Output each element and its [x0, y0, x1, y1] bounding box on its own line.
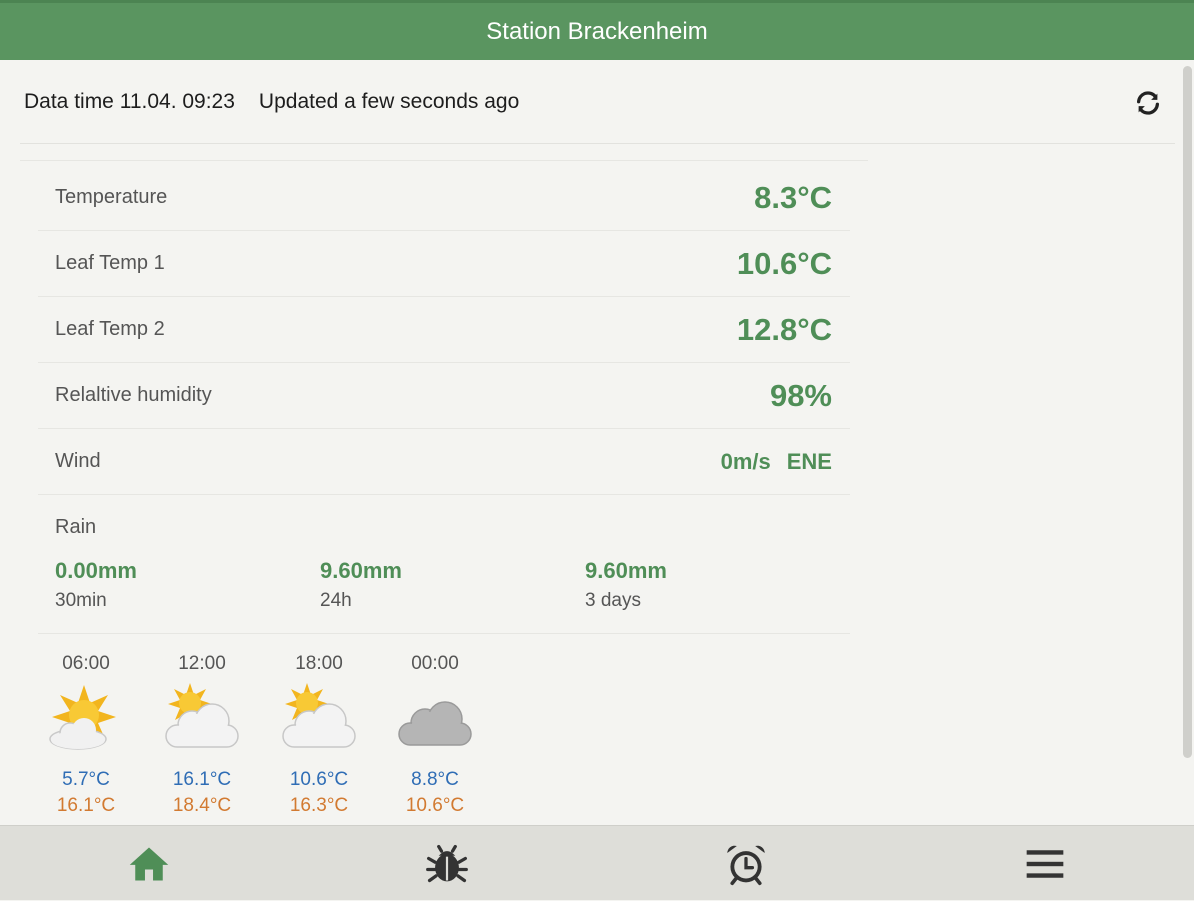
measurement-value: 98%	[769, 377, 832, 413]
forecast-min-temp: 10.6°C	[289, 769, 349, 790]
rain-period: 9.60mm 3 days	[585, 558, 667, 612]
home-icon	[129, 847, 169, 880]
measurement-value: 8.3°C	[754, 179, 832, 215]
menu-icon	[1026, 849, 1064, 878]
rain-period: 0.00mm 30min	[55, 558, 137, 612]
sun-behind-cloud-icon	[282, 683, 356, 748]
rain-section: Rain 0.00mm 30min 9.60mm 24h 9.60mm 3 da…	[38, 496, 850, 634]
rain-period-label: 30min	[55, 590, 107, 611]
rain-label: Rain	[55, 516, 97, 538]
nav-bug[interactable]	[298, 826, 596, 901]
measurement-label: Temperature	[55, 186, 168, 208]
status-bar: Data time 11.04. 09:23 Updated a few sec…	[20, 60, 1175, 144]
alarm-clock-icon	[727, 845, 765, 885]
wind-direction: ENE	[786, 448, 832, 474]
forecast-max-temp: 10.6°C	[405, 795, 465, 816]
station-title: Station Brackenheim	[486, 17, 708, 45]
forecast-max-temp: 18.4°C	[172, 795, 232, 816]
forecast-item: 06:00 5.7°C 16.1°C	[44, 653, 128, 817]
sun-behind-small-cloud-icon	[49, 685, 116, 750]
forecast-max-temp: 16.1°C	[56, 795, 116, 816]
forecast-min-temp: 5.7°C	[62, 769, 110, 790]
refresh-icon[interactable]	[1133, 88, 1163, 118]
forecast-max-temp: 16.3°C	[289, 795, 349, 816]
nav-menu[interactable]	[896, 826, 1194, 901]
bug-icon	[426, 844, 468, 882]
wind-speed: 0m/s	[720, 448, 771, 474]
cloud-icon	[398, 701, 472, 746]
measurement-value: 12.8°C	[736, 311, 832, 347]
rain-period: 9.60mm 24h	[320, 558, 402, 612]
forecast-min-temp: 16.1°C	[172, 769, 232, 790]
forecast-item: 00:00 8.8°C 10.6°C	[393, 653, 477, 817]
scrollbar[interactable]	[1183, 66, 1192, 758]
app-header: Station Brackenheim	[0, 0, 1194, 60]
measurement-row-temperature: Temperature 8.3°C	[38, 165, 850, 231]
forecast-min-temp: 8.8°C	[411, 769, 459, 790]
measurement-row-leaf-temp-2: Leaf Temp 2 12.8°C	[38, 297, 850, 363]
sun-behind-cloud-icon	[165, 683, 239, 748]
measurement-label: Leaf Temp 2	[55, 318, 165, 340]
rain-period-label: 3 days	[585, 590, 641, 611]
forecast-strip: 06:00 5.7°C 16.1°C 12:00 16.1°C 18.4°C 1…	[44, 653, 504, 823]
measurement-value: 10.6°C	[736, 245, 832, 281]
forecast-item: 12:00 16.1°C 18.4°C	[160, 653, 244, 817]
rain-amount: 9.60mm	[320, 558, 402, 583]
measurement-label: Leaf Temp 1	[55, 252, 165, 274]
forecast-item: 18:00 10.6°C 16.3°C	[277, 653, 361, 817]
measurement-row-leaf-temp-1: Leaf Temp 1 10.6°C	[38, 231, 850, 297]
bottom-nav	[0, 825, 1194, 900]
rain-amount: 0.00mm	[55, 558, 137, 583]
forecast-time: 18:00	[295, 653, 343, 674]
wind-value: 0m/s ENE	[721, 449, 832, 475]
data-time: Data time 11.04. 09:23	[24, 89, 235, 113]
updated-text: Updated a few seconds ago	[258, 89, 520, 113]
forecast-time: 06:00	[62, 653, 110, 674]
rain-amount: 9.60mm	[585, 558, 667, 583]
nav-home[interactable]	[0, 826, 298, 901]
measurement-row-humidity: Relaltive humidity 98%	[38, 363, 850, 429]
measurement-panel: Temperature 8.3°C Leaf Temp 1 10.6°C Lea…	[20, 160, 868, 826]
forecast-time: 00:00	[411, 653, 459, 674]
wind-label: Wind	[55, 450, 101, 472]
rain-period-label: 24h	[320, 590, 352, 611]
measurement-row-wind: Wind 0m/s ENE	[38, 429, 850, 495]
nav-alarm[interactable]	[597, 826, 895, 901]
forecast-time: 12:00	[178, 653, 226, 674]
measurement-label: Relaltive humidity	[55, 384, 212, 406]
